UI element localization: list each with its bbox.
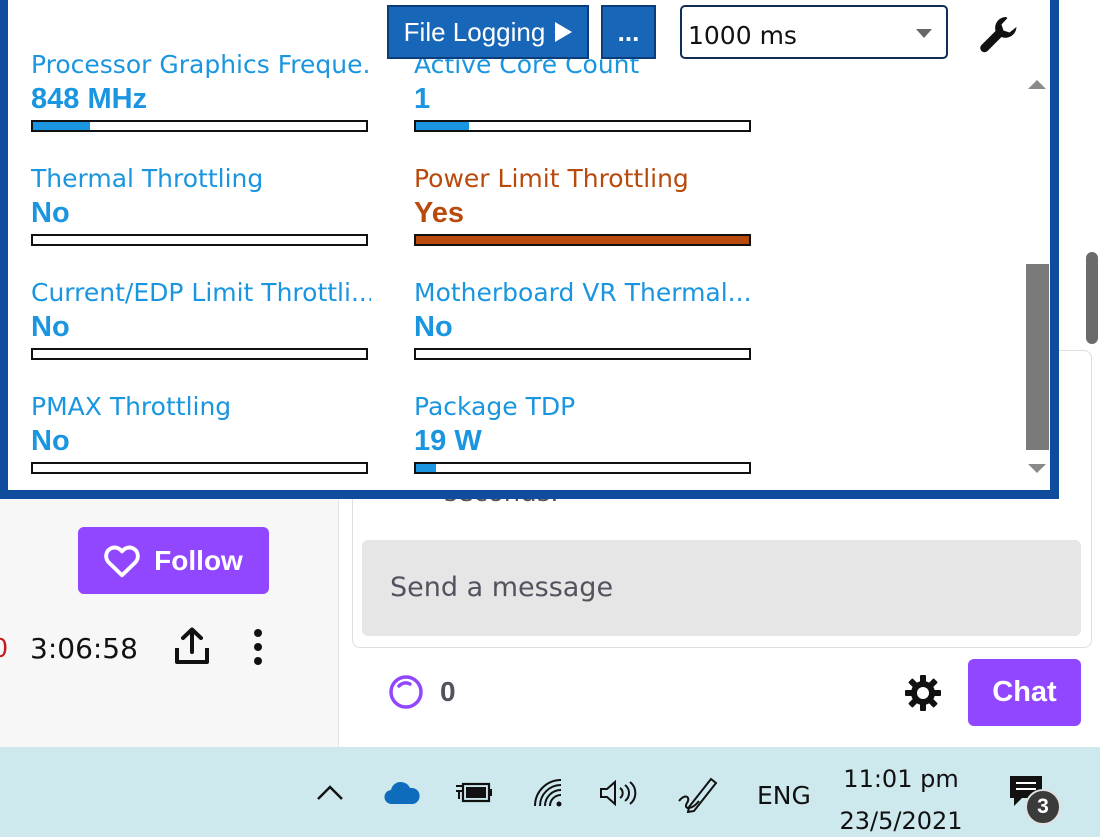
language-indicator[interactable]: ENG (757, 781, 811, 810)
metric-value: 1 (414, 83, 431, 115)
metric-value: Yes (414, 197, 464, 229)
more-button[interactable]: ... (601, 5, 656, 59)
metric-power-limit-throttling: Power Limit Throttling Yes (414, 164, 754, 246)
heart-icon (104, 545, 140, 577)
battery-charging-icon[interactable] (454, 777, 494, 807)
chat-settings-icon[interactable] (903, 673, 943, 713)
metric-processor-graphics-freque: Processor Graphics Freque... 848 MHz (31, 50, 371, 132)
viewer-count: 0 (0, 632, 14, 664)
metric-thermal-throttling: Thermal Throttling No (31, 164, 371, 246)
metric-level-fill (33, 122, 90, 130)
chevron-up-icon[interactable] (315, 782, 345, 802)
stream-uptime: 3:06:58 (30, 631, 138, 665)
cloud-icon[interactable] (383, 780, 421, 806)
play-icon (555, 22, 573, 42)
metric-label: Motherboard VR Thermal... (414, 278, 752, 307)
channel-points-count: 0 (440, 676, 456, 707)
scroll-down-arrow-icon[interactable] (1028, 464, 1046, 473)
metric-value: No (31, 425, 70, 457)
metric-label: Package TDP (414, 392, 576, 421)
notification-count-badge: 3 (1025, 789, 1061, 825)
metric-label: Power Limit Throttling (414, 164, 689, 193)
metric-level-bar (414, 120, 751, 132)
metric-value: 19 W (414, 425, 482, 457)
metric-level-bar (31, 462, 368, 474)
pen-icon[interactable] (677, 771, 721, 813)
metric-package-tdp: Package TDP 19 W (414, 392, 754, 474)
clock-date: 23/5/2021 (839, 807, 963, 835)
metric-label: PMAX Throttling (31, 392, 232, 421)
chat-message-input[interactable]: Send a message (362, 540, 1081, 636)
metric-label: Current/EDP Limit Throttli... (31, 278, 371, 307)
file-logging-label: File Logging (403, 16, 546, 47)
channel-points[interactable]: 0 (388, 674, 456, 710)
metric-value: No (31, 311, 70, 343)
wifi-icon[interactable] (531, 776, 567, 808)
interval-value: 1000 ms (688, 21, 797, 50)
metric-level-fill (416, 464, 436, 472)
metric-value: 848 MHz (31, 83, 148, 115)
clock-time: 11:01 pm (843, 765, 959, 793)
interval-select[interactable]: 1000 ms (680, 5, 948, 59)
wrench-icon[interactable] (978, 14, 1020, 56)
clock[interactable]: 11:01 pm 23/5/2021 (836, 758, 966, 837)
metric-value: No (414, 311, 453, 343)
metric-level-bar (31, 348, 368, 360)
metric-level-bar (31, 234, 368, 246)
metric-value: No (31, 197, 70, 229)
chevron-down-icon (916, 29, 932, 38)
metric-current-edp-limit-throttli: Current/EDP Limit Throttli... No (31, 278, 371, 360)
stream-info-bar: 0 3:06:58 (0, 624, 138, 672)
metric-active-core-count: Active Core Count 1 (414, 50, 754, 132)
monitor-window: Processor Graphics Freque... 848 MHz Activ… (0, 0, 1059, 499)
follow-label: Follow (154, 544, 243, 576)
metric-level-bar (31, 120, 368, 132)
metric-pmax-throttling: PMAX Throttling No (31, 392, 371, 474)
metric-motherboard-vr-thermal: Motherboard VR Thermal... No (414, 278, 754, 360)
speaker-icon[interactable] (598, 778, 638, 808)
more-options-icon[interactable] (250, 628, 266, 666)
channel-points-icon (389, 675, 423, 709)
metric-level-fill (416, 122, 470, 130)
monitor-scrollbar-thumb[interactable] (1026, 264, 1049, 450)
metric-level-bar (414, 462, 751, 474)
follow-button[interactable]: Follow (78, 527, 269, 594)
page-scrollbar[interactable] (1086, 252, 1098, 344)
monitor-content: Processor Graphics Freque... 848 MHz Activ… (8, 0, 1050, 490)
share-icon[interactable] (172, 626, 212, 666)
chat-send-button[interactable]: Chat (968, 659, 1081, 726)
metric-label: Thermal Throttling (31, 164, 264, 193)
scroll-up-arrow-icon[interactable] (1028, 80, 1046, 89)
metric-level-bar (414, 348, 751, 360)
file-logging-button[interactable]: File Logging (387, 5, 589, 59)
metric-label: Processor Graphics Freque... (31, 50, 371, 79)
metric-level-bar (414, 234, 751, 246)
metric-level-fill (416, 236, 749, 244)
